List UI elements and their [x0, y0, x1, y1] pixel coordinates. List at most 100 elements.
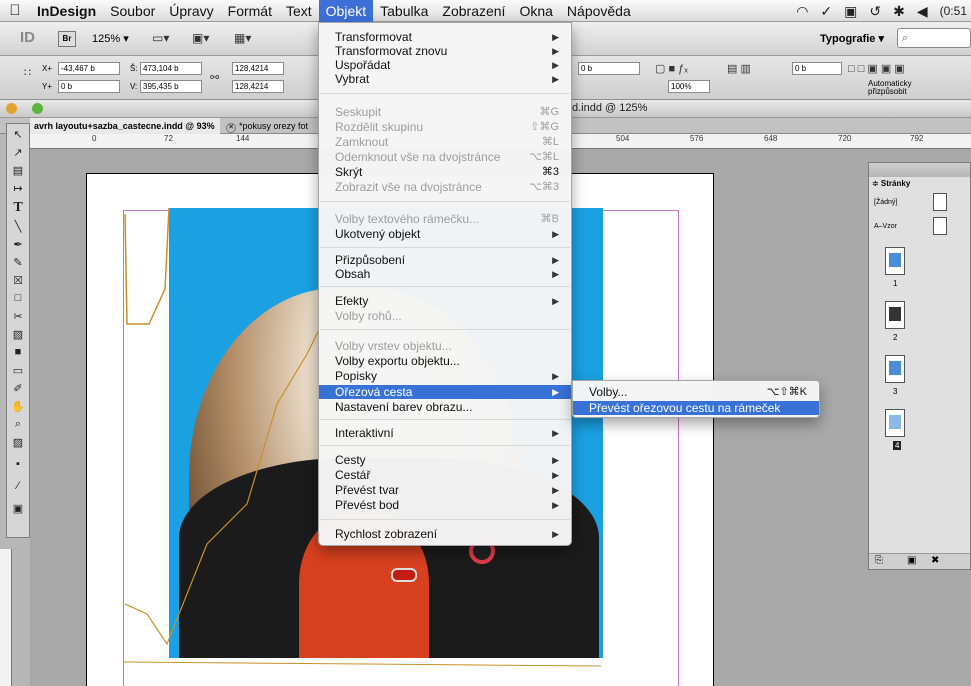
- fit-icons[interactable]: ▤ ▥: [727, 62, 751, 75]
- wifi-icon[interactable]: ◠: [796, 3, 808, 20]
- stroke-weight-field[interactable]: 0 b: [578, 62, 640, 75]
- menu-upravy[interactable]: Úpravy: [162, 0, 220, 22]
- bridge-button[interactable]: Br: [58, 31, 76, 47]
- reference-point-icon[interactable]: ∷: [24, 66, 31, 79]
- pencil-tool-icon[interactable]: ✎: [7, 256, 29, 272]
- menu-item-zobrazit-vse[interactable]: Zobrazit vše na dvojstránce ⌥⌘3: [319, 180, 571, 194]
- scale-x-field[interactable]: 128,4214: [232, 62, 284, 75]
- volume-icon[interactable]: ◀: [917, 3, 928, 20]
- page-thumb-3[interactable]: [885, 355, 905, 383]
- gap-tool-icon[interactable]: ↦: [7, 182, 29, 198]
- scissors-tool-icon[interactable]: ✂: [7, 310, 29, 326]
- submenu-item-prevest-na-ramecek[interactable]: Převést ořezovou cestu na rámeček: [573, 401, 819, 415]
- menu-item-volby-exportu[interactable]: Volby exportu objektu...: [319, 354, 571, 368]
- page-tool-icon[interactable]: ▤: [7, 164, 29, 180]
- scale-y-field[interactable]: 128,4214: [232, 80, 284, 93]
- menu-item-usporadat[interactable]: Uspořádat ▶: [319, 58, 571, 72]
- menu-item-orezova-cesta[interactable]: Ořezová cesta ▶: [319, 385, 571, 399]
- y-field[interactable]: 0 b: [58, 80, 120, 93]
- x-field[interactable]: -43,467 b: [58, 62, 120, 75]
- height-field[interactable]: 395,435 b: [140, 80, 202, 93]
- zoom-button[interactable]: [32, 103, 43, 114]
- menu-app-name[interactable]: InDesign: [30, 0, 103, 22]
- menu-item-seskupit[interactable]: Seskupit ⌘G: [319, 105, 571, 119]
- screen-mode-tool-icon[interactable]: ▣: [7, 502, 29, 518]
- constrain-proportions-icon[interactable]: ⚯: [210, 71, 219, 84]
- menu-item-obsah[interactable]: Obsah ▶: [319, 267, 571, 281]
- menu-item-vybrat[interactable]: Vybrat ▶: [319, 72, 571, 86]
- menu-text[interactable]: Text: [279, 0, 319, 22]
- selection-tool-icon[interactable]: ↖: [7, 128, 29, 144]
- offset-field[interactable]: 0 b: [792, 62, 842, 75]
- page-thumb-4[interactable]: [885, 409, 905, 437]
- page-thumb-2[interactable]: [885, 301, 905, 329]
- menu-item-popisky[interactable]: Popisky ▶: [319, 369, 571, 383]
- tab-pokusy-document[interactable]: ✕ *pokusy orezy fot: [222, 118, 320, 134]
- battery-clock[interactable]: (0:51: [940, 4, 967, 18]
- a-master-thumb[interactable]: [933, 217, 947, 235]
- direct-selection-tool-icon[interactable]: ↗: [7, 146, 29, 162]
- menu-item-zamknout[interactable]: Zamknout ⌘L: [319, 135, 571, 149]
- pages-tab[interactable]: ≑ Stránky: [872, 179, 910, 188]
- menu-soubor[interactable]: Soubor: [103, 0, 162, 22]
- display-icon[interactable]: ▣: [844, 3, 857, 20]
- menu-item-efekty[interactable]: Efekty ▶: [319, 294, 571, 308]
- menu-item-transformovat[interactable]: Transformovat ▶: [319, 30, 571, 44]
- submenu-item-volby[interactable]: Volby... ⌥⇧⌘K: [573, 385, 819, 399]
- menu-item-nastaveni-barev[interactable]: Nastavení barev obrazu...: [319, 400, 571, 414]
- apple-icon[interactable]: : [0, 2, 30, 19]
- close-tab-icon[interactable]: ✕: [226, 123, 236, 133]
- arrange-documents-icon[interactable]: ▦▾: [234, 31, 264, 47]
- zoom-tool-icon[interactable]: ⌕: [7, 418, 29, 434]
- menu-item-cestar[interactable]: Cestář ▶: [319, 468, 571, 482]
- a-master[interactable]: A–Vzor: [874, 223, 897, 230]
- page-thumb-1[interactable]: [885, 247, 905, 275]
- vertical-ruler[interactable]: [0, 549, 12, 686]
- width-field[interactable]: 473,104 b: [140, 62, 202, 75]
- note-tool-icon[interactable]: ▭: [7, 364, 29, 380]
- apply-none-icon[interactable]: ∕: [7, 480, 29, 496]
- menu-objekt[interactable]: Objekt: [318, 0, 374, 22]
- menu-item-ukotveny-objekt[interactable]: Ukotvený objekt ▶: [319, 227, 571, 241]
- search-input[interactable]: ⌕: [897, 28, 971, 48]
- menu-item-interaktivni[interactable]: Interaktivní ▶: [319, 426, 571, 440]
- menu-format[interactable]: Formát: [221, 0, 279, 22]
- menu-item-skryt[interactable]: Skrýt ⌘3: [319, 165, 571, 179]
- menu-tabulka[interactable]: Tabulka: [373, 0, 435, 22]
- frame-icon[interactable]: ▢ ■ ƒₓ: [655, 62, 688, 75]
- trash-icon[interactable]: ✖: [931, 555, 939, 566]
- hand-tool-icon[interactable]: ✋: [7, 400, 29, 416]
- line-tool-icon[interactable]: ╲: [7, 220, 29, 236]
- menu-item-volby-textoveho-ramecku[interactable]: Volby textového rámečku... ⌘B: [319, 212, 571, 226]
- menu-item-rychlost-zobrazeni[interactable]: Rychlost zobrazení ▶: [319, 527, 571, 541]
- opacity-field[interactable]: 100%: [668, 80, 710, 93]
- fill-stroke-icon[interactable]: ▨: [7, 436, 29, 452]
- none-master-thumb[interactable]: [933, 193, 947, 211]
- menu-napoveda[interactable]: Nápověda: [560, 0, 638, 22]
- free-transform-tool-icon[interactable]: ▧: [7, 328, 29, 344]
- menu-item-prevest-tvar[interactable]: Převést tvar ▶: [319, 483, 571, 497]
- workspace-switcher[interactable]: Typografie ▾: [820, 32, 884, 45]
- view-options-icon[interactable]: ▭▾: [152, 31, 182, 47]
- menu-item-rozdelit-skupinu[interactable]: Rozdělit skupinu ⇧⌘G: [319, 120, 571, 134]
- pages-panel-header[interactable]: [869, 163, 970, 177]
- eyedropper-tool-icon[interactable]: ✐: [7, 382, 29, 398]
- menu-zobrazeni[interactable]: Zobrazení: [435, 0, 512, 22]
- type-tool-icon[interactable]: T: [7, 200, 29, 216]
- auto-fit-checkbox[interactable]: Automaticky přizpůsobit: [868, 80, 932, 96]
- formatting-affects-icon[interactable]: ▪: [7, 458, 29, 474]
- none-master[interactable]: [Žádný]: [874, 199, 897, 206]
- menu-item-volby-vrstev[interactable]: Volby vrstev objektu...: [319, 339, 571, 353]
- fitting-icons[interactable]: □ □ ▣ ▣ ▣: [848, 62, 905, 75]
- rectangle-tool-icon[interactable]: □: [7, 292, 29, 308]
- bluetooth-icon[interactable]: ✱: [893, 3, 905, 20]
- page-size-icon[interactable]: ⎘: [875, 555, 883, 566]
- menu-okna[interactable]: Okna: [512, 0, 559, 22]
- menu-item-prevest-bod[interactable]: Převést bod ▶: [319, 498, 571, 512]
- window-controls[interactable]: [6, 103, 46, 115]
- menu-item-transformovat-znovu[interactable]: Transformovat znovu ▶: [319, 44, 571, 58]
- menu-item-cesty[interactable]: Cesty ▶: [319, 453, 571, 467]
- check-icon[interactable]: ✓: [820, 3, 832, 20]
- minimize-button[interactable]: [6, 103, 17, 114]
- new-page-icon[interactable]: ▣: [907, 555, 916, 566]
